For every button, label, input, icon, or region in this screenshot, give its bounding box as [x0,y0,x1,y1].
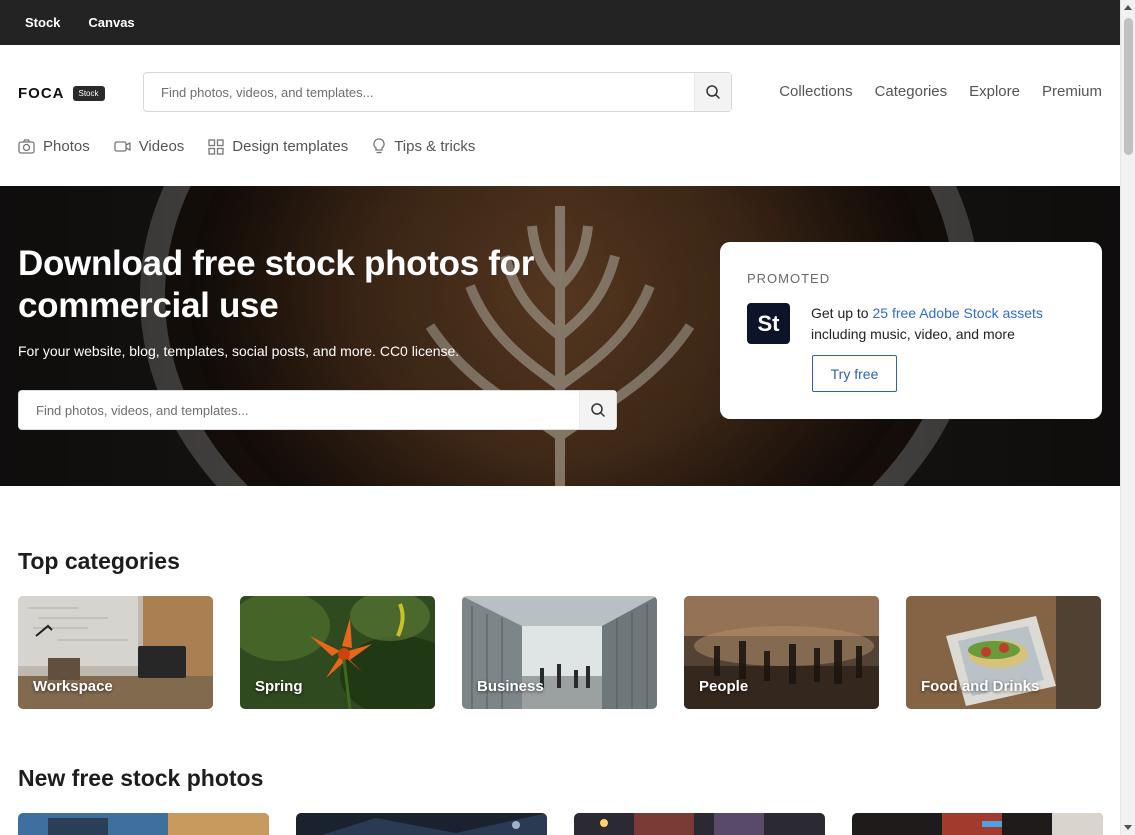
subnav-design-templates[interactable]: Design templates [208,138,348,155]
hero-search [18,390,617,430]
promo-tag: PROMOTED [747,271,831,286]
photo-card[interactable] [852,813,1103,835]
promo-card: PROMOTED St Get up to 25 free Adobe Stoc… [720,242,1102,419]
nav-categories[interactable]: Categories [875,83,948,100]
grid-icon [208,138,224,155]
category-label: People [699,678,749,695]
photo-grid [18,813,1103,835]
hero-title: Download free stock photos for commercia… [18,244,535,325]
photo-card[interactable] [18,813,269,835]
category-spring[interactable]: Spring [240,596,435,709]
camera-icon [18,139,35,154]
logo-badge: Stock [72,86,105,101]
sub-nav: Photos Videos Design templates Tips & tr… [18,138,475,155]
subnav-photos[interactable]: Photos [18,138,90,155]
photo-thumbnail [18,813,269,835]
subnav-tips-label: Tips & tricks [394,138,476,155]
promo-text-after: including music, video, and more [811,326,1015,342]
category-list: Workspace Spring Business People Food an… [18,596,1101,709]
hero-subtitle: For your website, blog, templates, socia… [18,343,460,359]
main-nav: Collections Categories Explore Premium [779,83,1102,100]
category-label: Business [477,678,544,695]
hero: Download free stock photos for commercia… [0,186,1120,486]
hero-search-input[interactable] [19,391,579,429]
scroll-up-arrow-icon[interactable] [1124,5,1132,10]
photo-thumbnail [574,813,825,835]
promo-link[interactable]: 25 free Adobe Stock assets [872,305,1042,321]
topbar-link-stock[interactable]: Stock [25,15,60,30]
hero-search-button[interactable] [579,391,616,429]
header-search-input[interactable] [144,73,694,111]
search-icon [706,85,720,99]
subnav-videos-label: Videos [138,138,185,155]
category-label: Food and Drinks [921,678,1040,695]
top-categories-title: Top categories [18,548,180,574]
header-search [143,72,732,112]
new-photos-title: New free stock photos [18,765,264,791]
promo-text: Get up to 25 free Adobe Stock assets inc… [811,303,1081,345]
logo[interactable]: FOCA Stock [18,85,105,102]
scroll-down-arrow-icon[interactable] [1124,825,1132,830]
video-icon [114,141,131,152]
site-header: FOCA Stock Collections Categories Explor… [0,45,1120,186]
adobe-stock-logo: St [747,303,790,344]
photo-card[interactable] [296,813,547,835]
category-label: Workspace [33,678,113,695]
page-scrollbar[interactable] [1120,0,1135,835]
subnav-videos[interactable]: Videos [114,138,185,155]
logo-text: FOCA [18,85,65,102]
subnav-tips[interactable]: Tips & tricks [372,138,475,155]
category-workspace[interactable]: Workspace [18,596,213,709]
nav-collections[interactable]: Collections [779,83,852,100]
nav-premium[interactable]: Premium [1042,83,1102,100]
photo-card[interactable] [574,813,825,835]
header-search-button[interactable] [694,73,731,111]
category-people[interactable]: People [684,596,879,709]
category-label: Spring [255,678,303,695]
photo-thumbnail [296,813,547,835]
category-business[interactable]: Business [462,596,657,709]
try-free-button[interactable]: Try free [812,355,897,392]
photo-thumbnail [852,813,1103,835]
promo-text-before: Get up to [811,305,873,321]
topbar-link-canvas[interactable]: Canvas [88,15,134,30]
lightbulb-icon [373,138,385,154]
subnav-photos-label: Photos [43,138,90,155]
nav-explore[interactable]: Explore [969,83,1020,100]
subnav-design-templates-label: Design templates [232,138,349,155]
search-icon [591,403,605,417]
top-bar: Stock Canvas [0,0,1120,45]
scrollbar-thumb[interactable] [1124,18,1133,155]
category-food-and-drinks[interactable]: Food and Drinks [906,596,1101,709]
